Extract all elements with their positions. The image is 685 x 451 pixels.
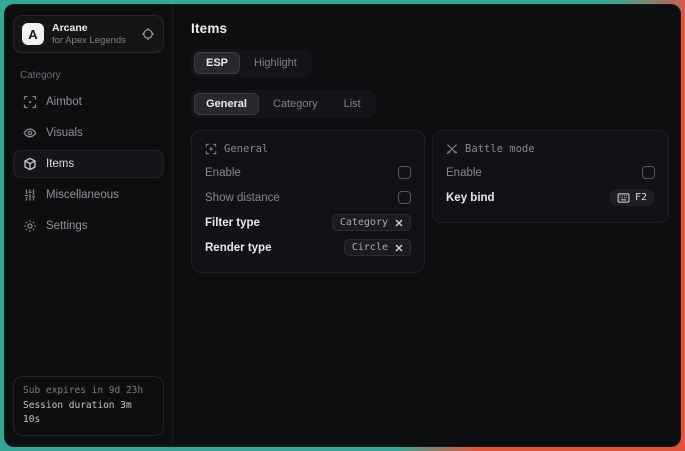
setting-row-show-distance: Show distance: [205, 185, 411, 210]
sidebar-item-settings[interactable]: Settings: [13, 212, 164, 240]
sidebar-item-label: Settings: [46, 220, 88, 232]
session-info-card: Sub expires in 9d 23h Session duration 3…: [13, 376, 164, 436]
setting-row-enable: Enable: [446, 160, 655, 185]
key-bind-button[interactable]: F2: [609, 189, 655, 206]
page-title: Items: [191, 21, 669, 36]
tag-value: Circle: [352, 242, 388, 253]
eye-icon: [23, 126, 37, 140]
app-window: A Arcane for Apex Legends Category Aimbo: [4, 4, 681, 447]
panel-general-header: General: [205, 140, 411, 160]
render-type-tag[interactable]: Circle: [344, 239, 411, 256]
setting-row-render-type: Render type Circle: [205, 235, 411, 260]
tab-esp[interactable]: ESP: [194, 52, 240, 74]
panel-battle-mode: Battle mode Enable Key bind: [432, 130, 669, 223]
sidebar-item-aimbot[interactable]: Aimbot: [13, 88, 164, 116]
sidebar-item-visuals[interactable]: Visuals: [13, 119, 164, 147]
close-icon[interactable]: [395, 244, 403, 252]
sub-expires-text: Sub expires in 9d 23h: [23, 384, 154, 399]
setting-row-key-bind: Key bind F2: [446, 185, 655, 210]
show-distance-checkbox[interactable]: [398, 191, 411, 204]
main-content: Items ESP Highlight General Category Lis…: [173, 5, 681, 446]
gear-icon: [23, 219, 37, 233]
sidebar-item-label: Visuals: [46, 127, 83, 139]
crosshair-icon: [23, 95, 37, 109]
target-icon[interactable]: [141, 27, 155, 41]
app-logo: A: [22, 23, 44, 45]
session-duration-text: Session duration 3m 10s: [23, 399, 154, 428]
package-icon: [23, 157, 37, 171]
setting-label: Render type: [205, 242, 271, 254]
setting-label: Enable: [446, 167, 482, 179]
setting-label: Key bind: [446, 192, 495, 204]
close-icon[interactable]: [395, 219, 403, 227]
setting-row-enable: Enable: [205, 160, 411, 185]
scan-icon: [205, 143, 217, 155]
setting-label: Filter type: [205, 217, 260, 229]
panel-battle-mode-header: Battle mode: [446, 140, 655, 160]
sliders-icon: [23, 188, 37, 202]
swords-icon: [446, 143, 458, 155]
sidebar-item-items[interactable]: Items: [13, 150, 164, 178]
panels-row: General Enable Show distance Filter type…: [191, 130, 669, 273]
filter-type-tag[interactable]: Category: [332, 214, 411, 231]
panel-title: Battle mode: [465, 143, 535, 155]
app-header-card: A Arcane for Apex Legends: [13, 15, 164, 53]
tab-highlight[interactable]: Highlight: [242, 52, 309, 74]
key-bind-value: F2: [635, 192, 647, 203]
sub-tab-group: General Category List: [191, 90, 376, 118]
mode-tab-group: ESP Highlight: [191, 49, 312, 77]
sidebar-item-label: Miscellaneous: [46, 189, 119, 201]
app-title: Arcane: [52, 22, 126, 34]
app-header-texts: Arcane for Apex Legends: [52, 22, 126, 46]
panel-title: General: [224, 143, 268, 155]
tag-value: Category: [340, 217, 388, 228]
setting-label: Show distance: [205, 192, 280, 204]
sidebar-category-label: Category: [20, 70, 157, 81]
panel-general: General Enable Show distance Filter type…: [191, 130, 425, 273]
setting-row-filter-type: Filter type Category: [205, 210, 411, 235]
app-subtitle: for Apex Legends: [52, 35, 126, 46]
sidebar-item-miscellaneous[interactable]: Miscellaneous: [13, 181, 164, 209]
setting-label: Enable: [205, 167, 241, 179]
tab-general[interactable]: General: [194, 93, 259, 115]
enable-checkbox[interactable]: [398, 166, 411, 179]
keyboard-icon: [617, 193, 630, 203]
tab-list[interactable]: List: [332, 93, 373, 115]
battle-enable-checkbox[interactable]: [642, 166, 655, 179]
sidebar-item-label: Items: [46, 158, 74, 170]
sidebar-item-label: Aimbot: [46, 96, 82, 108]
sidebar: A Arcane for Apex Legends Category Aimbo: [5, 5, 173, 446]
tab-category[interactable]: Category: [261, 93, 330, 115]
